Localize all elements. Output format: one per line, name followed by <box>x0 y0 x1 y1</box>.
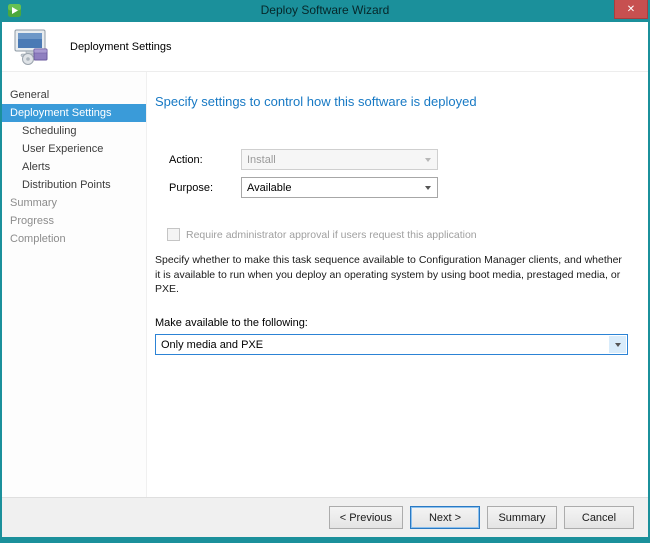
wizard-footer: < Previous Next > Summary Cancel <box>2 497 648 537</box>
sidebar-item-general[interactable]: General <box>2 86 146 104</box>
summary-button[interactable]: Summary <box>487 506 557 529</box>
sidebar-item-progress[interactable]: Progress <box>2 212 146 230</box>
action-dropdown-zone <box>419 151 436 168</box>
make-available-value: Only media and PXE <box>161 339 263 351</box>
purpose-dropdown-zone <box>419 179 436 196</box>
sidebar-item-distribution-points[interactable]: Distribution Points <box>2 176 146 194</box>
action-value: Install <box>247 154 276 166</box>
close-icon: ✕ <box>627 4 635 15</box>
sidebar-item-user-experience[interactable]: User Experience <box>2 140 146 158</box>
purpose-label: Purpose: <box>169 182 241 194</box>
window-title: Deploy Software Wizard <box>2 3 648 17</box>
approval-checkbox <box>167 228 180 241</box>
close-button[interactable]: ✕ <box>614 0 648 19</box>
approval-checkbox-row: Require administrator approval if users … <box>167 228 628 241</box>
sidebar-item-completion[interactable]: Completion <box>2 230 146 248</box>
cancel-button[interactable]: Cancel <box>564 506 634 529</box>
deploy-software-wizard-window: Deploy Software Wizard ✕ Depl <box>0 0 650 543</box>
action-label: Action: <box>169 154 241 166</box>
wizard-steps-nav: General Deployment Settings Scheduling U… <box>2 72 147 497</box>
sidebar-item-deployment-settings[interactable]: Deployment Settings <box>2 104 146 122</box>
purpose-combobox[interactable]: Available <box>241 177 438 198</box>
sidebar-item-scheduling[interactable]: Scheduling <box>2 122 146 140</box>
next-button[interactable]: Next > <box>410 506 480 529</box>
sidebar-item-alerts[interactable]: Alerts <box>2 158 146 176</box>
make-available-combobox[interactable]: Only media and PXE <box>155 334 628 355</box>
titlebar: Deploy Software Wizard ✕ <box>2 0 648 22</box>
window-body: Deployment Settings General Deployment S… <box>2 22 648 537</box>
description-text: Specify whether to make this task sequen… <box>155 253 628 297</box>
page-heading: Specify settings to control how this sof… <box>155 94 628 109</box>
chevron-down-icon <box>425 186 431 190</box>
make-available-dropdown-zone <box>609 336 626 353</box>
chevron-down-icon <box>615 343 621 347</box>
approval-checkbox-label: Require administrator approval if users … <box>186 229 477 241</box>
make-available-label: Make available to the following: <box>155 317 628 329</box>
previous-button[interactable]: < Previous <box>329 506 403 529</box>
sidebar-item-summary[interactable]: Summary <box>2 194 146 212</box>
wizard-header: Deployment Settings <box>2 22 648 72</box>
purpose-row: Purpose: Available <box>169 177 628 198</box>
page-title: Deployment Settings <box>70 41 172 53</box>
action-combobox: Install <box>241 149 438 170</box>
wizard-content: Specify settings to control how this sof… <box>147 72 648 497</box>
chevron-down-icon <box>425 158 431 162</box>
action-row: Action: Install <box>169 149 628 170</box>
deployment-settings-icon <box>12 29 52 65</box>
purpose-value: Available <box>247 182 291 194</box>
